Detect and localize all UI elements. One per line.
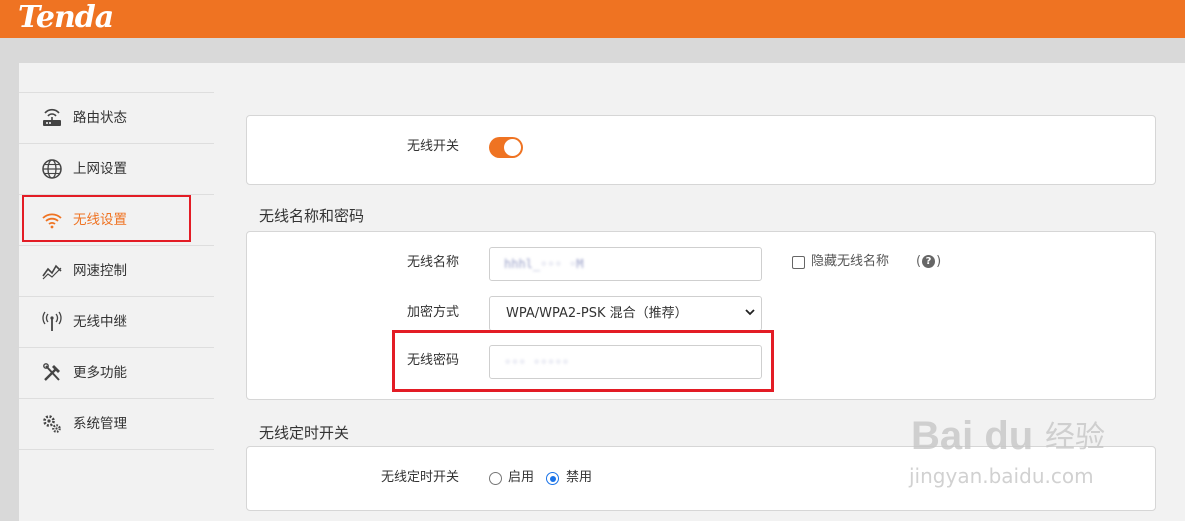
watermark-url: jingyan.baidu.com bbox=[909, 464, 1094, 488]
encryption-select[interactable]: WPA/WPA2-PSK 混合（推荐） bbox=[489, 296, 762, 331]
wireless-name-value: hhhl_◦◦◦ ◦M bbox=[504, 257, 584, 271]
sidebar-item-more-features[interactable]: 更多功能 bbox=[19, 348, 214, 399]
timer-enable-radio[interactable] bbox=[489, 472, 502, 485]
antenna-icon bbox=[42, 311, 62, 331]
timer-enable-label: 启用 bbox=[508, 470, 535, 485]
sidebar-item-label: 系统管理 bbox=[73, 416, 127, 432]
encryption-value: WPA/WPA2-PSK 混合（推荐） bbox=[506, 306, 688, 321]
sidebar-item-system-management[interactable]: 系统管理 bbox=[19, 399, 214, 450]
hide-ssid-label: 隐藏无线名称 bbox=[811, 254, 890, 269]
sidebar-item-label: 更多功能 bbox=[73, 365, 127, 381]
timer-section-title: 无线定时开关 bbox=[259, 424, 350, 442]
top-bar: Tenda bbox=[0, 0, 1185, 38]
chevron-down-icon bbox=[745, 309, 755, 316]
sidebar-item-label: 上网设置 bbox=[73, 161, 127, 177]
encryption-label: 加密方式 bbox=[406, 305, 459, 320]
baidu-watermark: Bai du 经验 jingyan.baidu.com bbox=[905, 390, 1145, 500]
sidebar-item-label: 路由状态 bbox=[73, 110, 127, 126]
wireless-switch-label: 无线开关 bbox=[406, 139, 459, 154]
wireless-switch-toggle[interactable] bbox=[489, 137, 523, 158]
question-icon: ? bbox=[922, 255, 936, 268]
speed-chart-icon bbox=[42, 264, 62, 280]
timer-disable-radio[interactable] bbox=[546, 472, 559, 485]
sidebar-item-label: 网速控制 bbox=[73, 263, 127, 279]
watermark-main: Bai du bbox=[911, 414, 1034, 458]
globe-icon bbox=[42, 159, 62, 179]
watermark-cn: 经验 bbox=[1045, 420, 1105, 455]
router-icon bbox=[43, 108, 61, 126]
toggle-knob bbox=[504, 139, 521, 156]
wireless-name-input[interactable]: hhhl_◦◦◦ ◦M bbox=[489, 247, 762, 281]
tools-icon bbox=[43, 363, 60, 381]
sidebar-item-internet-settings[interactable]: 上网设置 bbox=[19, 144, 214, 195]
timer-switch-label: 无线定时开关 bbox=[380, 470, 459, 485]
sidebar-item-speed-control[interactable]: 网速控制 bbox=[19, 246, 214, 297]
hide-ssid-checkbox[interactable] bbox=[792, 256, 805, 269]
help-icon[interactable]: (?) bbox=[916, 254, 941, 270]
sidebar-item-label: 无线中继 bbox=[73, 314, 127, 330]
timer-disable-label: 禁用 bbox=[566, 470, 593, 485]
sidebar-item-wireless-repeater[interactable]: 无线中继 bbox=[19, 297, 214, 348]
wireless-name-label: 无线名称 bbox=[406, 255, 459, 270]
tenda-logo[interactable]: Tenda bbox=[18, 1, 114, 35]
sidebar: 路由状态 上网设置 无线设置 网速控制 无线中继 更多功能 系统管理 bbox=[19, 63, 214, 521]
gears-icon bbox=[43, 415, 61, 433]
highlight-box-password bbox=[392, 330, 774, 392]
highlight-box-wireless-settings bbox=[22, 195, 191, 242]
ssid-section-title: 无线名称和密码 bbox=[259, 207, 365, 225]
sidebar-item-router-status[interactable]: 路由状态 bbox=[19, 93, 214, 144]
